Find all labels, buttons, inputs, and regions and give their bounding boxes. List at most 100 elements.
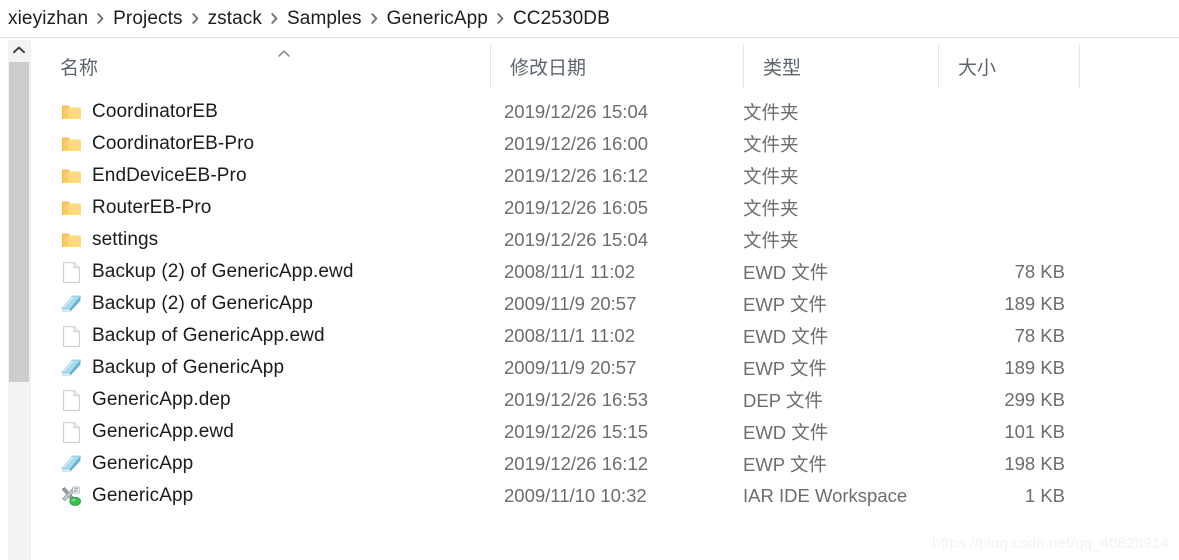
table-row[interactable]: Backup of GenericApp 2009/11/9 20:57 EWP 文… — [34, 352, 1079, 384]
file-type-cell: EWD 文件 — [743, 326, 829, 347]
file-name-cell[interactable]: Backup (2) of GenericApp.ewd — [60, 256, 354, 288]
watermark: https://blog.csdn.net/qq_40828914 — [932, 535, 1169, 552]
file-type-cell: 文件夹 — [743, 198, 799, 219]
column-header-size[interactable]: 大小 — [938, 44, 1079, 88]
table-row[interactable]: settings 2019/12/26 15:04 文件夹 — [34, 224, 1079, 256]
file-name-label: settings — [92, 229, 159, 250]
file-size-cell: 78 KB — [1014, 325, 1065, 346]
column-header-name[interactable]: 名称 — [34, 44, 490, 88]
file-date-cell: 2008/11/1 11:02 — [504, 325, 635, 346]
file-name-cell[interactable]: CoordinatorEB-Pro — [60, 128, 254, 160]
breadcrumb: xieyizhan Projects zstack Samples GenericApp… — [0, 0, 1179, 38]
table-row[interactable]: CoordinatorEB-Pro 2019/12/26 16:00 文件夹 — [34, 128, 1079, 160]
table-row[interactable]: GenericApp 2019/12/26 16:12 EWP 文件 198 KB — [34, 448, 1079, 480]
table-row[interactable]: GenericApp.dep 2019/12/26 16:53 DEP 文件 299 … — [34, 384, 1079, 416]
file-size-cell: 198 KB — [1004, 453, 1065, 474]
column-header-date-modified[interactable]: 修改日期 — [490, 44, 743, 88]
file-name-cell[interactable]: EndDeviceEB-Pro — [60, 160, 247, 192]
file-name-label: GenericApp.ewd — [92, 421, 234, 442]
table-row[interactable]: Backup (2) of GenericApp.ewd 2008/11/1 11… — [34, 256, 1079, 288]
file-size-cell: 189 KB — [1004, 357, 1065, 378]
file-size-cell: 78 KB — [1014, 261, 1065, 282]
scrollbar-thumb[interactable] — [9, 62, 29, 382]
file-type-cell: EWD 文件 — [743, 422, 829, 443]
file-name-cell[interactable]: CoordinatorEB — [60, 96, 218, 128]
ewp-project-icon — [60, 357, 82, 379]
table-row[interactable]: GenericApp 2009/11/10 10:32 IAR IDE Worksp… — [34, 480, 1079, 512]
file-date-cell: 2019/12/26 16:53 — [504, 389, 649, 410]
file-name-label: GenericApp.dep — [92, 389, 231, 410]
file-name-cell[interactable]: GenericApp — [60, 480, 193, 512]
file-name-cell[interactable]: GenericApp.ewd — [60, 416, 234, 448]
breadcrumb-item-0[interactable]: xieyizhan — [8, 8, 88, 30]
column-header-type-label: 类型 — [763, 57, 802, 79]
breadcrumb-item-3[interactable]: Samples — [287, 8, 362, 30]
file-name-cell[interactable]: Backup of GenericApp.ewd — [60, 320, 325, 352]
breadcrumb-item-5[interactable]: CC2530DB — [513, 8, 610, 30]
table-row[interactable]: CoordinatorEB 2019/12/26 15:04 文件夹 — [34, 96, 1079, 128]
file-size-cell: 189 KB — [1004, 293, 1065, 314]
file-name-label: RouterEB-Pro — [92, 197, 212, 218]
file-size-cell: 101 KB — [1004, 421, 1065, 442]
column-header-name-label: 名称 — [60, 57, 99, 79]
file-type-cell: DEP 文件 — [743, 390, 823, 411]
chevron-right-icon[interactable] — [497, 13, 504, 24]
file-name-cell[interactable]: Backup of GenericApp — [60, 352, 284, 384]
scroll-up-button[interactable] — [8, 40, 30, 60]
column-divider — [1079, 44, 1080, 88]
breadcrumb-item-2[interactable]: zstack — [208, 8, 262, 30]
document-icon — [60, 261, 82, 283]
chevron-right-icon[interactable] — [271, 13, 278, 24]
table-row[interactable]: Backup of GenericApp.ewd 2008/11/1 11:02 E… — [34, 320, 1079, 352]
table-row[interactable]: RouterEB-Pro 2019/12/26 16:05 文件夹 — [34, 192, 1079, 224]
file-name-cell[interactable]: Backup (2) of GenericApp — [60, 288, 313, 320]
file-name-label: EndDeviceEB-Pro — [92, 165, 247, 186]
column-header-row: 名称 修改日期 类型 大小 — [34, 44, 1080, 88]
file-name-cell[interactable]: GenericApp — [60, 448, 193, 480]
file-name-label: Backup of GenericApp — [92, 357, 285, 378]
folder-icon — [60, 229, 82, 251]
file-size-cell: 1 KB — [1024, 485, 1065, 506]
table-row[interactable]: Backup (2) of GenericApp 2009/11/9 20:57 E… — [34, 288, 1079, 320]
chevron-right-icon[interactable] — [191, 13, 199, 24]
file-type-cell: 文件夹 — [743, 102, 799, 123]
document-icon — [60, 325, 82, 347]
ewp-project-icon — [60, 293, 82, 315]
file-type-cell: EWD 文件 — [743, 262, 829, 283]
breadcrumb-item-4[interactable]: GenericApp — [387, 8, 488, 30]
file-size-cell: 299 KB — [1004, 389, 1065, 410]
column-header-type[interactable]: 类型 — [743, 44, 938, 88]
breadcrumb-item-1[interactable]: Projects — [113, 8, 182, 30]
table-row[interactable]: EndDeviceEB-Pro 2019/12/26 16:12 文件夹 — [34, 160, 1079, 192]
file-date-cell: 2008/11/1 11:02 — [504, 261, 635, 282]
file-name-cell[interactable]: settings — [60, 224, 158, 256]
file-date-cell: 2019/12/26 15:04 — [504, 101, 649, 122]
file-name-label: Backup (2) of GenericApp — [92, 293, 314, 314]
file-name-cell[interactable]: RouterEB-Pro — [60, 192, 211, 224]
file-name-label: Backup of GenericApp.ewd — [92, 325, 325, 346]
ewp-project-icon — [60, 453, 82, 475]
file-date-cell: 2009/11/9 20:57 — [504, 357, 637, 378]
file-name-cell[interactable]: GenericApp.dep — [60, 384, 231, 416]
file-date-cell: 2019/12/26 16:00 — [504, 133, 649, 154]
iar-workspace-icon — [60, 485, 82, 507]
table-row[interactable]: GenericApp.ewd 2019/12/26 15:15 EWD 文件 101 … — [34, 416, 1079, 448]
file-type-cell: IAR IDE Workspace — [743, 485, 908, 506]
file-list: CoordinatorEB 2019/12/26 15:04 文件夹 Coordina… — [34, 96, 1079, 512]
column-header-size-label: 大小 — [958, 57, 997, 79]
file-type-cell: 文件夹 — [743, 166, 799, 187]
file-type-cell: 文件夹 — [743, 230, 799, 251]
folder-icon — [60, 133, 82, 155]
file-date-cell: 2019/12/26 16:12 — [504, 165, 649, 186]
chevron-right-icon[interactable] — [370, 13, 378, 24]
document-icon — [60, 389, 82, 411]
vertical-scrollbar[interactable] — [8, 40, 31, 560]
chevron-right-icon[interactable] — [97, 13, 104, 24]
file-type-cell: EWP 文件 — [743, 358, 827, 379]
file-date-cell: 2009/11/10 10:32 — [504, 485, 647, 506]
file-date-cell: 2019/12/26 16:05 — [504, 197, 649, 218]
folder-icon — [60, 165, 82, 187]
document-icon — [60, 421, 82, 443]
file-name-label: Backup (2) of GenericApp.ewd — [92, 261, 354, 282]
file-name-label: GenericApp — [92, 485, 194, 506]
